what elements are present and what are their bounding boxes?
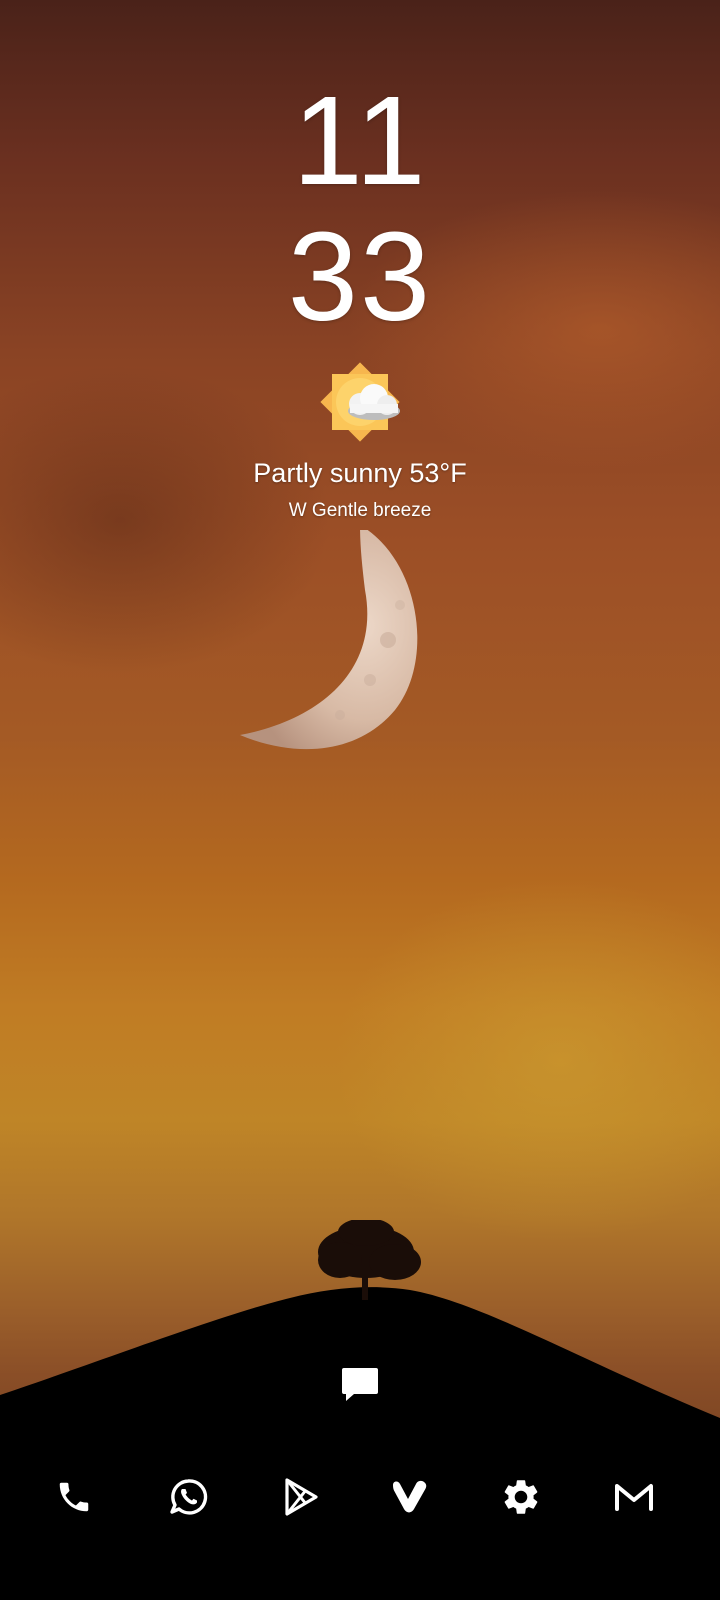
app-dock <box>0 1450 720 1540</box>
hill-tree-silhouette <box>0 1220 720 1600</box>
whatsapp-icon <box>170 1479 208 1515</box>
clock-minutes[interactable]: 33 <box>0 214 720 340</box>
phone-icon <box>59 1482 89 1512</box>
settings-gear-icon <box>504 1480 538 1514</box>
weather-condition[interactable]: Partly sunny 53°F <box>0 458 720 489</box>
phone-app-button[interactable] <box>49 1472 99 1522</box>
clock-hours[interactable]: 11 <box>0 78 720 204</box>
whatsapp-app-button[interactable] <box>163 1472 213 1522</box>
partly-sunny-icon[interactable] <box>314 356 406 448</box>
play-store-app-button[interactable] <box>276 1472 326 1522</box>
gmail-icon <box>615 1484 653 1511</box>
weather-wind[interactable]: W Gentle breeze <box>0 500 720 522</box>
message-icon <box>342 1368 378 1401</box>
gmail-app-button[interactable] <box>609 1472 659 1522</box>
play-store-icon <box>285 1478 318 1516</box>
vivaldi-app-button[interactable] <box>385 1472 435 1522</box>
messages-app-button[interactable] <box>336 1362 384 1408</box>
vivaldi-icon <box>393 1480 427 1513</box>
moon-wallpaper-image <box>240 530 418 750</box>
settings-app-button[interactable] <box>496 1472 546 1522</box>
home-screen: 11 33 Partly sunny 53°F W Gentle breeze <box>0 0 720 1600</box>
